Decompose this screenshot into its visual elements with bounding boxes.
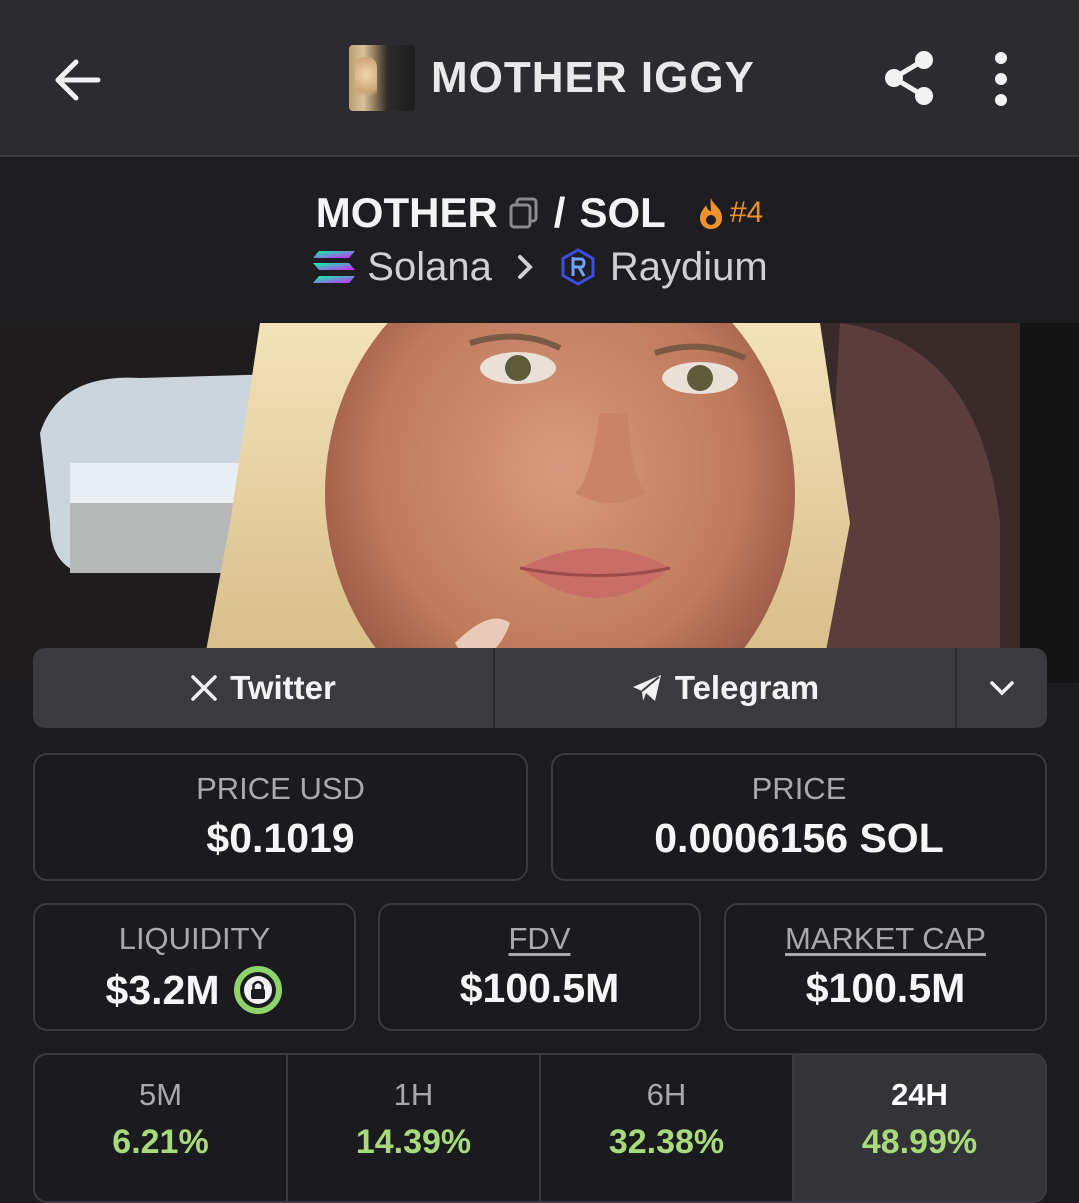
- liquidity-card: LIQUIDITY $3.2M: [33, 903, 356, 1031]
- price-usd-label: PRICE USD: [196, 771, 365, 806]
- pair-title: MOTHER / SOL #4: [0, 185, 1079, 241]
- more-vert-icon[interactable]: [984, 50, 1018, 108]
- price-native-label: PRICE: [751, 771, 847, 806]
- chain-breadcrumb: Solana Raydium: [0, 243, 1079, 291]
- tab-label: 1H: [393, 1077, 434, 1112]
- more-links-dropdown[interactable]: [957, 648, 1047, 728]
- trending-rank[interactable]: #4: [696, 196, 763, 230]
- liquidity-value: $3.2M: [105, 966, 220, 1013]
- chain-name[interactable]: Solana: [367, 245, 492, 290]
- telegram-button[interactable]: Telegram: [495, 648, 957, 728]
- price-change-value: 6.21%: [112, 1123, 209, 1161]
- fire-icon: [699, 198, 722, 229]
- lock-icon[interactable]: [233, 965, 283, 1015]
- app-bar: MOTHER IGGY: [0, 0, 1079, 157]
- liquidity-value-row: $3.2M: [35, 965, 354, 1015]
- copy-icon[interactable]: [508, 196, 540, 230]
- price-native-card: PRICE 0.0006156 SOL: [551, 753, 1047, 881]
- liquidity-label: LIQUIDITY: [118, 921, 271, 956]
- token-avatar: [349, 45, 415, 111]
- rank-label: #4: [729, 196, 764, 229]
- price-usd-value: $0.1019: [206, 815, 355, 861]
- twitter-button[interactable]: Twitter: [33, 648, 495, 728]
- price-change-value: 48.99%: [861, 1123, 978, 1161]
- token-banner-image: [0, 323, 1079, 683]
- chevron-down-icon: [990, 681, 1014, 696]
- fdv-label[interactable]: FDV: [380, 921, 699, 957]
- tab-label: 24H: [891, 1077, 948, 1112]
- tab-6h[interactable]: 6H 32.38%: [541, 1055, 794, 1201]
- solana-icon: [313, 251, 356, 283]
- chevron-right-icon: [517, 255, 533, 279]
- share-icon[interactable]: [882, 48, 938, 108]
- price-change-value: 32.38%: [608, 1123, 725, 1161]
- twitter-label: Twitter: [230, 669, 336, 706]
- price-change-tabs: 5M 6.21% 1H 14.39% 6H 32.38% 24H 48.99%: [33, 1053, 1047, 1203]
- telegram-label: Telegram: [674, 669, 820, 706]
- price-usd-card: PRICE USD $0.1019: [33, 753, 528, 881]
- price-native-value: 0.0006156 SOL: [654, 815, 944, 861]
- dex-name[interactable]: Raydium: [610, 245, 768, 290]
- market-cap-label[interactable]: MARKET CAP: [726, 921, 1045, 957]
- tab-1h[interactable]: 1H 14.39%: [288, 1055, 541, 1201]
- price-change-value: 14.39%: [355, 1123, 472, 1161]
- telegram-icon: [632, 675, 661, 701]
- fdv-card[interactable]: FDV $100.5M: [378, 903, 701, 1031]
- tab-label: 6H: [646, 1077, 687, 1112]
- base-token-symbol: MOTHER: [315, 189, 498, 236]
- tab-5m[interactable]: 5M 6.21%: [35, 1055, 288, 1201]
- back-arrow-icon[interactable]: [50, 52, 106, 108]
- token-title: MOTHER IGGY: [349, 44, 755, 112]
- x-logo-icon: [191, 675, 217, 701]
- pair-separator: /: [553, 189, 566, 236]
- market-cap-value: $100.5M: [805, 965, 966, 1011]
- tab-label: 5M: [138, 1077, 183, 1112]
- fdv-value: $100.5M: [459, 965, 620, 1011]
- social-links-bar: Twitter Telegram: [33, 648, 1047, 728]
- market-cap-card[interactable]: MARKET CAP $100.5M: [724, 903, 1047, 1031]
- raydium-icon: [561, 248, 595, 286]
- quote-token-symbol: SOL: [579, 189, 666, 236]
- pair-header: MOTHER / SOL #4 Solana Raydium: [0, 157, 1079, 323]
- tab-24h[interactable]: 24H 48.99%: [794, 1055, 1045, 1201]
- page-title: MOTHER IGGY: [431, 53, 755, 102]
